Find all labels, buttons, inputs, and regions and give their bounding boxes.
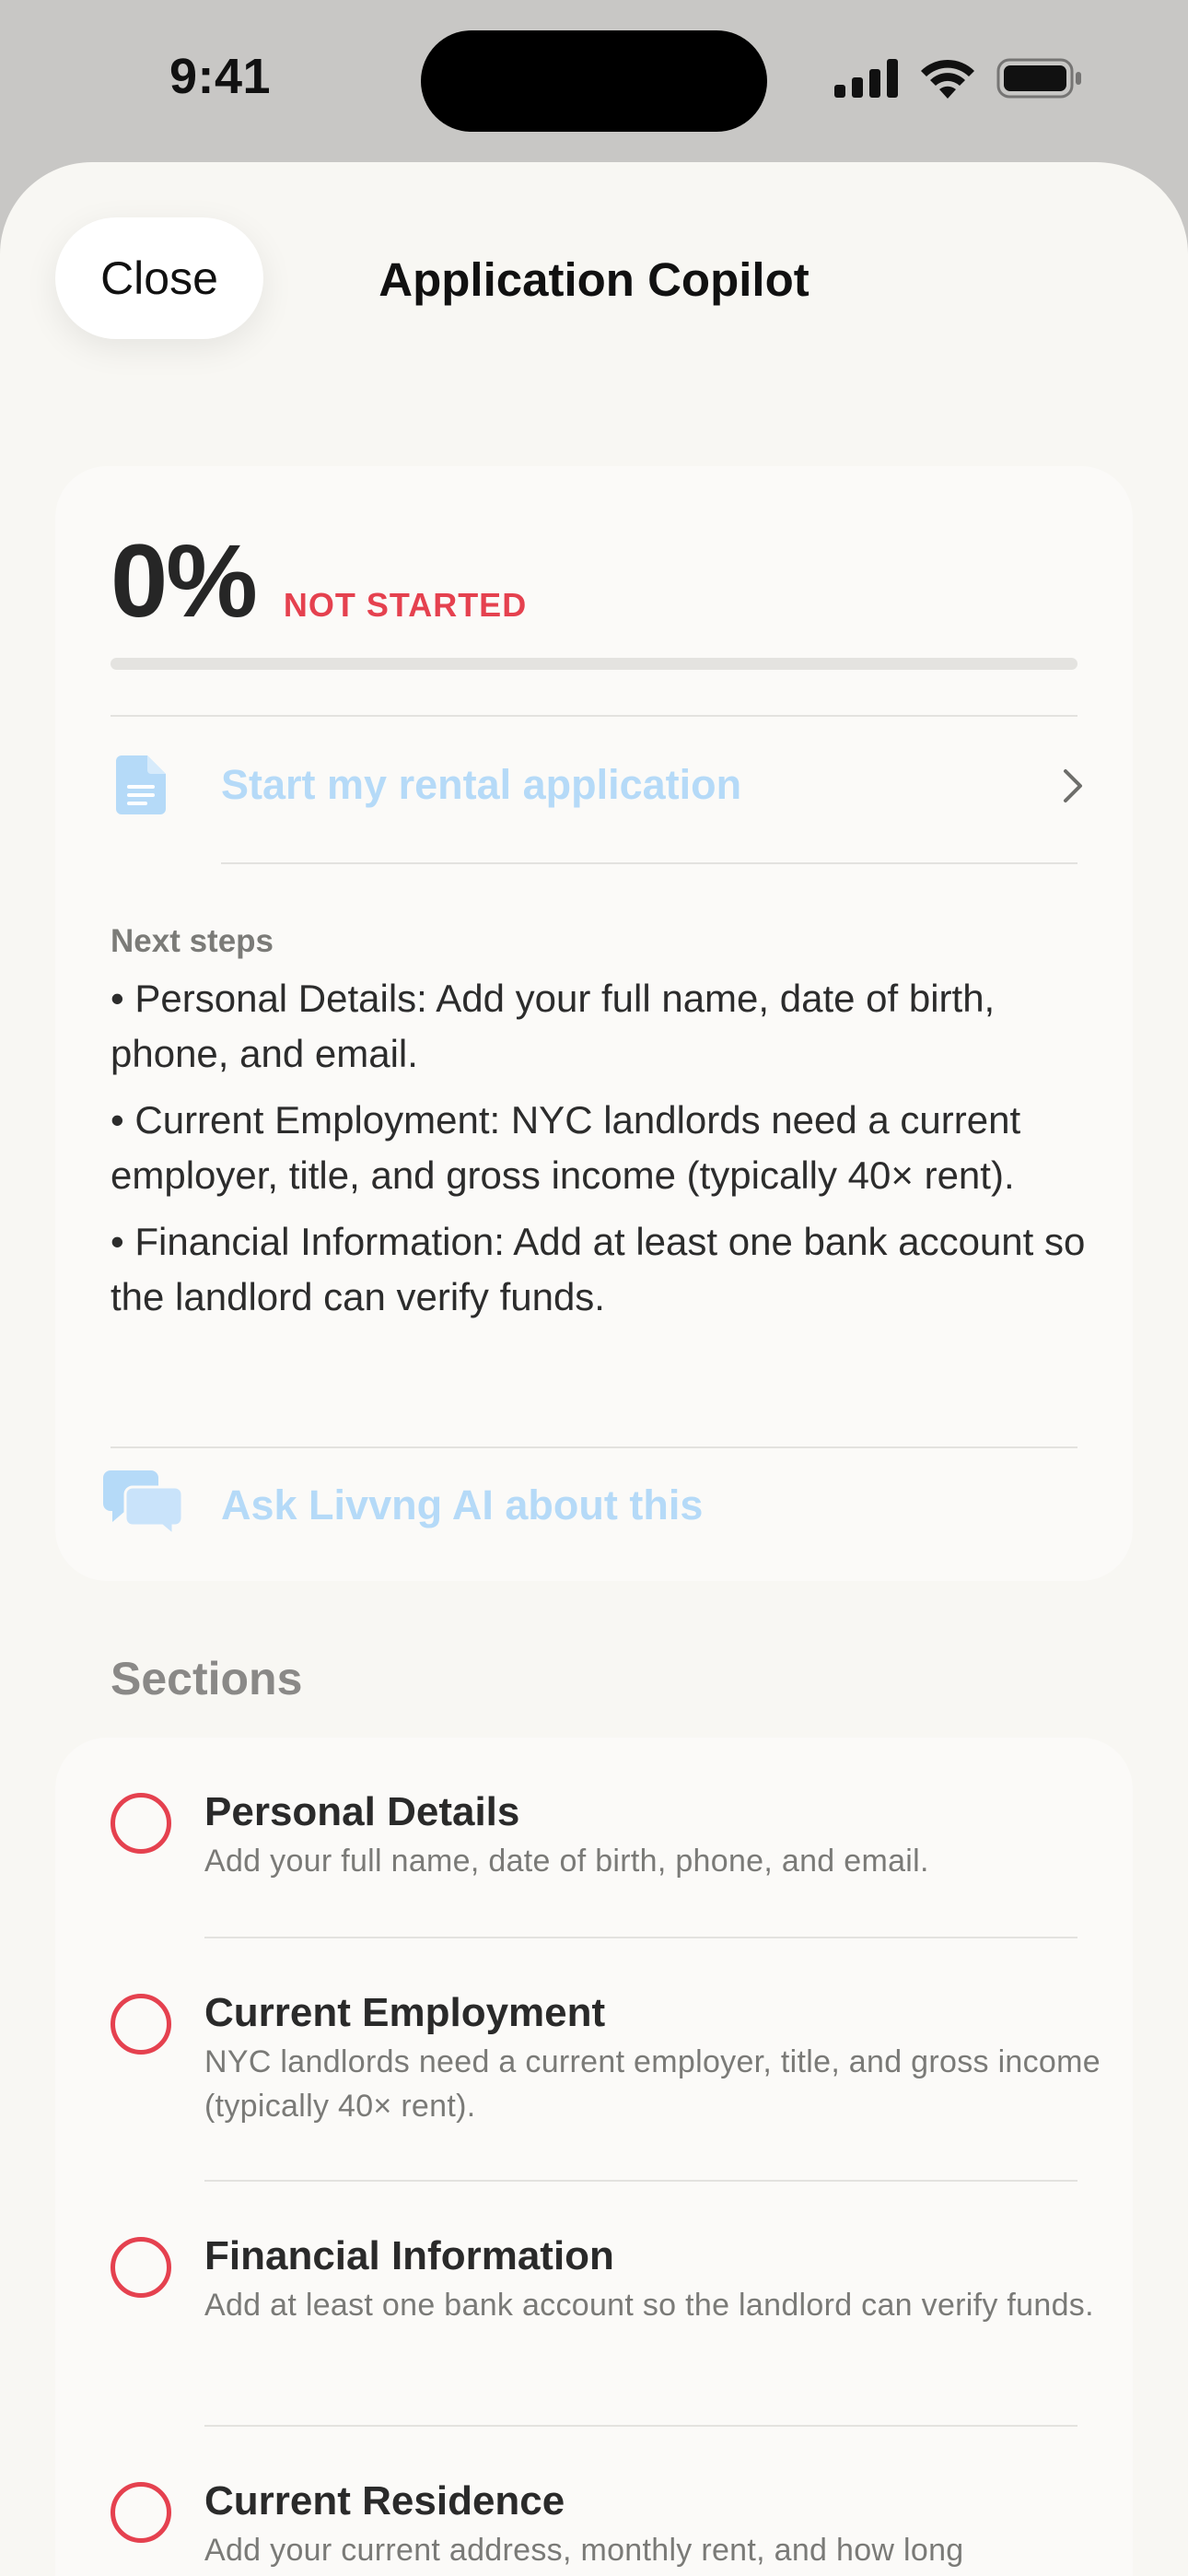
divider <box>111 1446 1077 1448</box>
progress-summary: 0% NOT STARTED <box>111 521 527 640</box>
section-description: Add your full name, date of birth, phone… <box>204 1844 929 1879</box>
cellular-signal-icon <box>834 58 899 102</box>
progress-card: 0% NOT STARTED Start my rental applicati… <box>55 466 1133 1581</box>
status-time: 9:41 <box>169 49 272 104</box>
wifi-icon <box>919 58 976 103</box>
dynamic-island <box>421 30 767 132</box>
section-title: Personal Details <box>204 1789 520 1834</box>
section-title: Financial Information <box>204 2233 614 2278</box>
ask-ai-button[interactable]: Ask Livvng AI about this <box>55 1452 1133 1572</box>
progress-percent: 0% <box>111 523 258 638</box>
sections-card: Personal Details Add your full name, dat… <box>55 1738 1133 2576</box>
section-description: Add at least one bank account so the lan… <box>204 2288 1094 2323</box>
section-item-current-residence[interactable]: Current Residence Add your current addre… <box>55 2427 1133 2576</box>
next-step-item: • Personal Details: Add your full name, … <box>111 977 996 1075</box>
section-description: Add your current address, monthly rent, … <box>204 2533 964 2568</box>
divider <box>221 862 1077 864</box>
application-copilot-sheet: Close Application Copilot 0% NOT STARTED… <box>0 162 1188 2576</box>
incomplete-status-icon <box>111 2482 171 2543</box>
chat-bubbles-icon <box>103 1470 184 1540</box>
incomplete-status-icon <box>111 2237 171 2298</box>
document-icon <box>116 755 166 819</box>
section-title: Current Employment <box>204 1990 606 2035</box>
incomplete-status-icon <box>111 1793 171 1854</box>
next-step-item: • Financial Information: Add at least on… <box>111 1220 1086 1318</box>
status-icons <box>834 57 1083 103</box>
chevron-right-icon <box>1063 768 1083 808</box>
start-application-label: Start my rental application <box>221 761 742 808</box>
progress-bar <box>111 658 1077 670</box>
next-steps-list: • Personal Details: Add your full name, … <box>111 971 1087 1336</box>
section-item-personal-details[interactable]: Personal Details Add your full name, dat… <box>55 1738 1133 1937</box>
section-item-financial-information[interactable]: Financial Information Add at least one b… <box>55 2182 1133 2425</box>
battery-icon <box>996 58 1083 103</box>
status-badge: NOT STARTED <box>283 586 528 624</box>
status-bar: 9:41 <box>0 0 1188 162</box>
section-item-current-employment[interactable]: Current Employment NYC landlords need a … <box>55 1938 1133 2180</box>
sections-heading: Sections <box>111 1653 303 1704</box>
section-title: Current Residence <box>204 2478 565 2523</box>
start-application-button[interactable]: Start my rental application <box>55 715 1133 862</box>
next-steps-label: Next steps <box>111 923 274 959</box>
incomplete-status-icon <box>111 1994 171 2055</box>
page-title: Application Copilot <box>379 253 809 306</box>
section-description: NYC landlords need a current employer, t… <box>204 2044 1101 2124</box>
ask-ai-label: Ask Livvng AI about this <box>221 1481 704 1528</box>
next-step-item: • Current Employment: NYC landlords need… <box>111 1098 1021 1197</box>
